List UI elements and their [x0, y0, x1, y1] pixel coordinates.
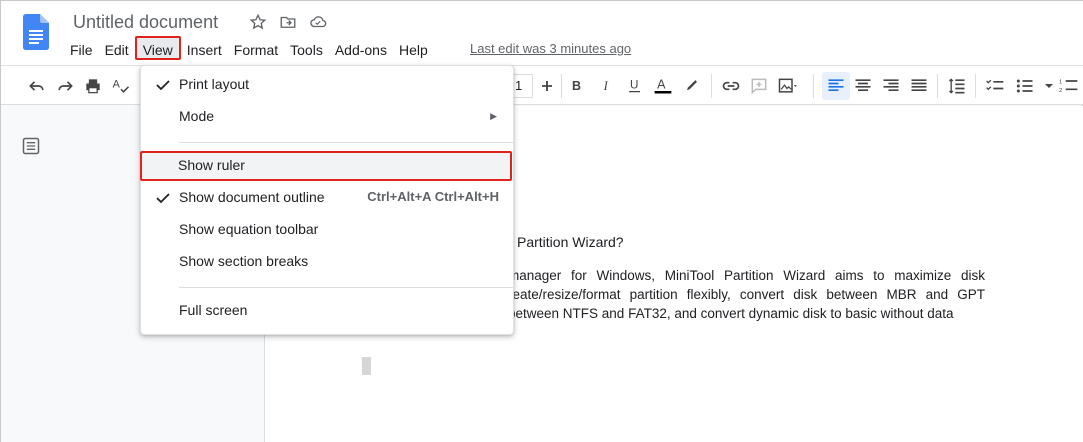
- svg-text:B: B: [572, 79, 581, 93]
- menu-divider: [179, 142, 513, 143]
- numbered-list-icon[interactable]: 12: [1059, 76, 1079, 96]
- font-size-input[interactable]: 1: [513, 74, 533, 98]
- undo-icon[interactable]: [27, 76, 47, 96]
- star-icon[interactable]: [249, 13, 267, 31]
- bulleted-list-icon[interactable]: [1015, 76, 1035, 96]
- text-cursor: [362, 357, 371, 375]
- toolbar-divider: [937, 74, 938, 98]
- menu-file[interactable]: File: [64, 39, 99, 61]
- google-docs-logo-icon[interactable]: [23, 14, 49, 50]
- spellcheck-icon[interactable]: A: [111, 76, 131, 96]
- menu-item-label: Full screen: [179, 302, 248, 318]
- svg-text:A: A: [657, 78, 666, 92]
- menu-view[interactable]: View: [134, 36, 181, 60]
- line-spacing-icon[interactable]: [947, 76, 967, 96]
- italic-icon[interactable]: I: [597, 76, 617, 96]
- redo-icon[interactable]: [55, 76, 75, 96]
- menu-item-show-document-outline[interactable]: Show document outline Ctrl+Alt+A Ctrl+Al…: [141, 183, 513, 213]
- align-justify-icon[interactable]: [909, 76, 929, 96]
- svg-text:1: 1: [1059, 80, 1062, 86]
- print-icon[interactable]: [83, 76, 103, 96]
- document-outline-icon[interactable]: [21, 136, 41, 156]
- cloud-saved-icon[interactable]: [309, 13, 327, 31]
- image-icon[interactable]: [777, 76, 797, 96]
- keyboard-shortcut: Ctrl+Alt+A Ctrl+Alt+H: [367, 189, 499, 204]
- menu-item-label: Show section breaks: [179, 253, 309, 269]
- menu-item-label: Show ruler: [178, 157, 245, 173]
- menu-format[interactable]: Format: [228, 39, 284, 61]
- align-left-icon[interactable]: [826, 76, 846, 96]
- svg-text:2: 2: [1059, 88, 1062, 94]
- check-icon: [156, 193, 170, 204]
- svg-text:A: A: [113, 79, 121, 91]
- chevron-down-icon[interactable]: [1039, 76, 1053, 96]
- menu-bar: File Edit View Insert Format Tools Add-o…: [64, 36, 434, 61]
- align-right-icon[interactable]: [881, 76, 901, 96]
- menu-edit[interactable]: Edit: [99, 39, 135, 61]
- menu-help[interactable]: Help: [393, 39, 434, 61]
- menu-item-print-layout[interactable]: Print layout: [141, 70, 513, 100]
- menu-insert[interactable]: Insert: [181, 39, 228, 61]
- title-actions: [249, 13, 327, 31]
- last-edit-link[interactable]: Last edit was 3 minutes ago: [470, 41, 631, 56]
- menu-divider: [179, 287, 513, 288]
- menu-item-show-equation-toolbar[interactable]: Show equation toolbar: [141, 215, 513, 245]
- toolbar-divider: [813, 74, 814, 98]
- comment-icon[interactable]: [749, 76, 769, 96]
- document-title[interactable]: Untitled document: [73, 12, 218, 33]
- checklist-icon[interactable]: [985, 76, 1005, 96]
- menu-item-label: Mode: [179, 108, 215, 124]
- submenu-arrow-icon: ▶: [490, 111, 497, 121]
- app-header: Untitled document File Edit View Insert …: [1, 1, 1083, 65]
- bold-icon[interactable]: B: [567, 76, 587, 96]
- underline-icon[interactable]: U: [625, 76, 645, 96]
- toolbar-divider: [975, 74, 976, 98]
- menu-item-label: Print layout: [179, 76, 250, 92]
- document-heading: Partition Wizard?: [517, 234, 624, 250]
- menu-tools[interactable]: Tools: [284, 39, 329, 61]
- menu-item-full-screen[interactable]: Full screen: [141, 296, 513, 326]
- menu-addons[interactable]: Add-ons: [329, 39, 393, 61]
- menu-item-show-ruler[interactable]: Show ruler: [140, 151, 512, 181]
- svg-text:U: U: [630, 79, 638, 92]
- menu-item-show-section-breaks[interactable]: Show section breaks: [141, 247, 513, 277]
- menu-item-mode[interactable]: Mode ▶: [141, 102, 513, 132]
- toolbar-divider: [711, 74, 712, 98]
- plus-icon[interactable]: [537, 76, 557, 96]
- svg-text:I: I: [603, 79, 609, 93]
- view-menu-dropdown: Print layout Mode ▶ Show ruler Show docu…: [140, 65, 514, 335]
- text-color-icon[interactable]: A: [653, 76, 673, 96]
- toolbar-divider: [561, 74, 562, 98]
- link-icon[interactable]: [721, 76, 741, 96]
- menu-item-label: Show equation toolbar: [179, 221, 319, 237]
- check-icon: [156, 80, 170, 91]
- align-center-icon[interactable]: [853, 76, 873, 96]
- highlight-icon[interactable]: [682, 76, 702, 96]
- menu-item-label: Show document outline: [179, 189, 325, 205]
- move-to-folder-icon[interactable]: [279, 13, 297, 31]
